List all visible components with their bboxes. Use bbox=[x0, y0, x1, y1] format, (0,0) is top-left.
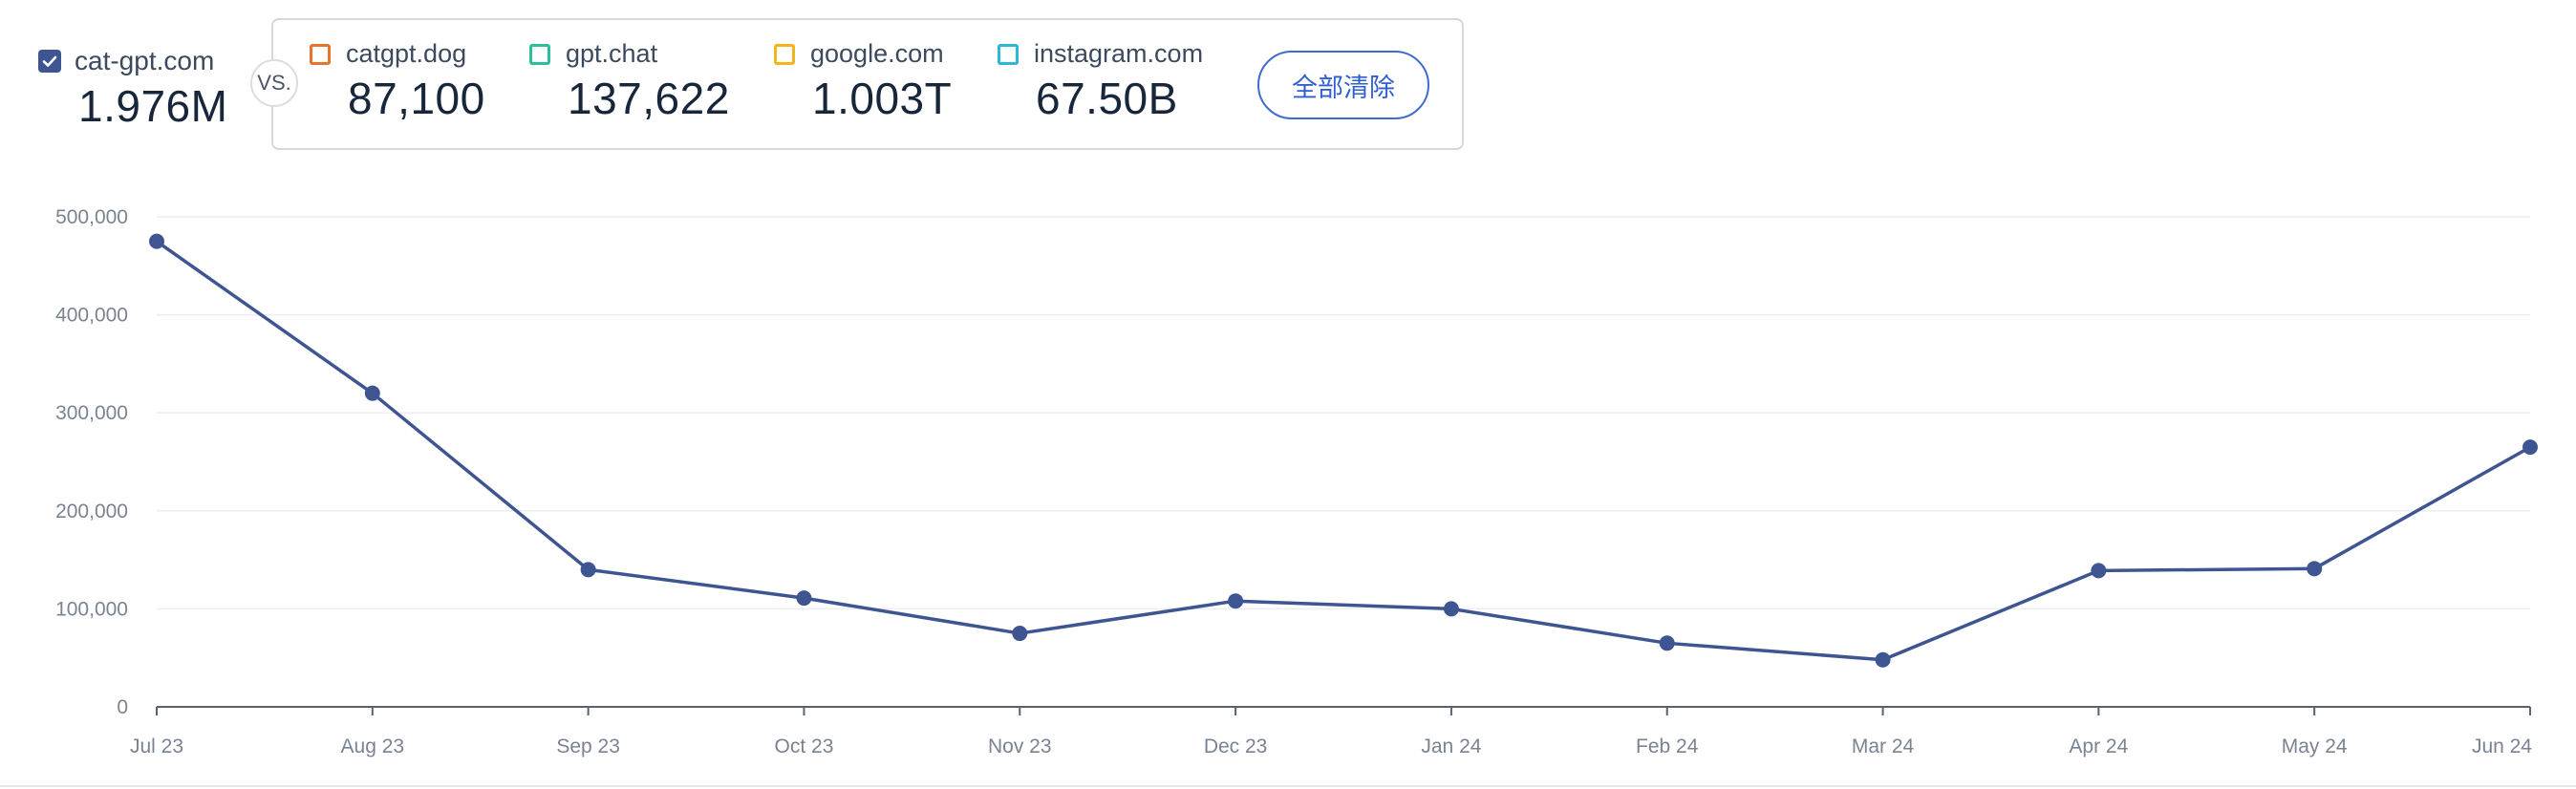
x-tick-label: Mar 24 bbox=[1852, 736, 1915, 757]
competitor-item: instagram.com 67.50B bbox=[998, 39, 1203, 124]
competitor-item: gpt.chat 137,622 bbox=[529, 39, 730, 124]
data-point bbox=[1228, 593, 1244, 609]
competitor-value: 67.50B bbox=[1036, 74, 1178, 123]
data-point bbox=[1875, 651, 1891, 668]
competitor-value: 87,100 bbox=[348, 74, 485, 123]
competitor-value: 1.003T bbox=[812, 74, 953, 123]
competitor-checkbox[interactable] bbox=[774, 43, 795, 65]
primary-site-name: cat-gpt.com bbox=[75, 46, 215, 75]
x-tick-label: May 24 bbox=[2282, 736, 2348, 757]
competitor-name: gpt.chat bbox=[566, 39, 658, 68]
x-tick-label: Oct 23 bbox=[775, 736, 834, 757]
data-point bbox=[580, 562, 596, 578]
data-point bbox=[2307, 561, 2323, 577]
x-tick-label: Jan 24 bbox=[1421, 736, 1481, 757]
series-line bbox=[155, 240, 2531, 662]
y-tick-label: 0 bbox=[117, 696, 128, 718]
traffic-line-chart: 0 100,000 200,000 300,000 400,000 500,000 Jul … bbox=[0, 181, 2576, 789]
x-tick-label: Jun 24 bbox=[2472, 736, 2532, 757]
data-point bbox=[796, 590, 812, 607]
x-tick-label: Nov 23 bbox=[988, 736, 1052, 757]
x-tick-label: Sep 23 bbox=[556, 736, 620, 757]
y-tick-label: 400,000 bbox=[55, 305, 128, 327]
competitor-checkbox[interactable] bbox=[529, 43, 550, 65]
data-point bbox=[149, 233, 164, 249]
competitor-item: google.com 1.003T bbox=[774, 39, 952, 124]
primary-site-checkbox[interactable] bbox=[38, 50, 61, 73]
y-tick-label: 200,000 bbox=[55, 501, 128, 522]
primary-site-value: 1.976M bbox=[78, 81, 228, 131]
primary-site-header: cat-gpt.com bbox=[38, 46, 227, 76]
competitor-item: catgpt.dog 87,100 bbox=[310, 39, 485, 124]
y-tick-label: 300,000 bbox=[55, 402, 128, 424]
competitor-name: google.com bbox=[810, 39, 944, 68]
competitor-name: catgpt.dog bbox=[346, 39, 467, 68]
x-tick-label: Feb 24 bbox=[1636, 736, 1699, 757]
data-point bbox=[1659, 635, 1675, 651]
bottom-divider bbox=[0, 785, 2576, 787]
x-tick-label: Apr 24 bbox=[2069, 736, 2128, 757]
vs-badge: VS. bbox=[250, 59, 298, 107]
y-tick-label: 500,000 bbox=[55, 206, 128, 228]
competitor-checkbox[interactable] bbox=[310, 43, 331, 65]
data-point bbox=[364, 385, 380, 401]
primary-site: cat-gpt.com 1.976M bbox=[38, 46, 227, 132]
y-tick-label: 100,000 bbox=[55, 598, 128, 620]
chart-canvas: 0 100,000 200,000 300,000 400,000 500,000 Jul … bbox=[55, 206, 2538, 757]
data-point bbox=[2522, 439, 2538, 456]
competitor-value: 137,622 bbox=[568, 74, 730, 123]
x-tick-label: Dec 23 bbox=[1204, 736, 1268, 757]
competitor-checkbox[interactable] bbox=[998, 43, 1019, 65]
clear-all-button[interactable]: 全部清除 bbox=[1257, 51, 1429, 119]
traffic-comparison-widget: cat-gpt.com 1.976M catgpt.dog 87,100 gpt… bbox=[0, 0, 2576, 789]
competitor-panel: catgpt.dog 87,100 gpt.chat 137,622 googl… bbox=[271, 18, 1464, 150]
competitor-name: instagram.com bbox=[1034, 39, 1204, 68]
data-point bbox=[1012, 626, 1028, 642]
checkmark-icon bbox=[42, 55, 57, 67]
data-point bbox=[1443, 601, 1459, 617]
x-tick-label: Aug 23 bbox=[341, 736, 405, 757]
data-point bbox=[2091, 563, 2107, 579]
x-tick-label: Jul 23 bbox=[130, 736, 183, 757]
